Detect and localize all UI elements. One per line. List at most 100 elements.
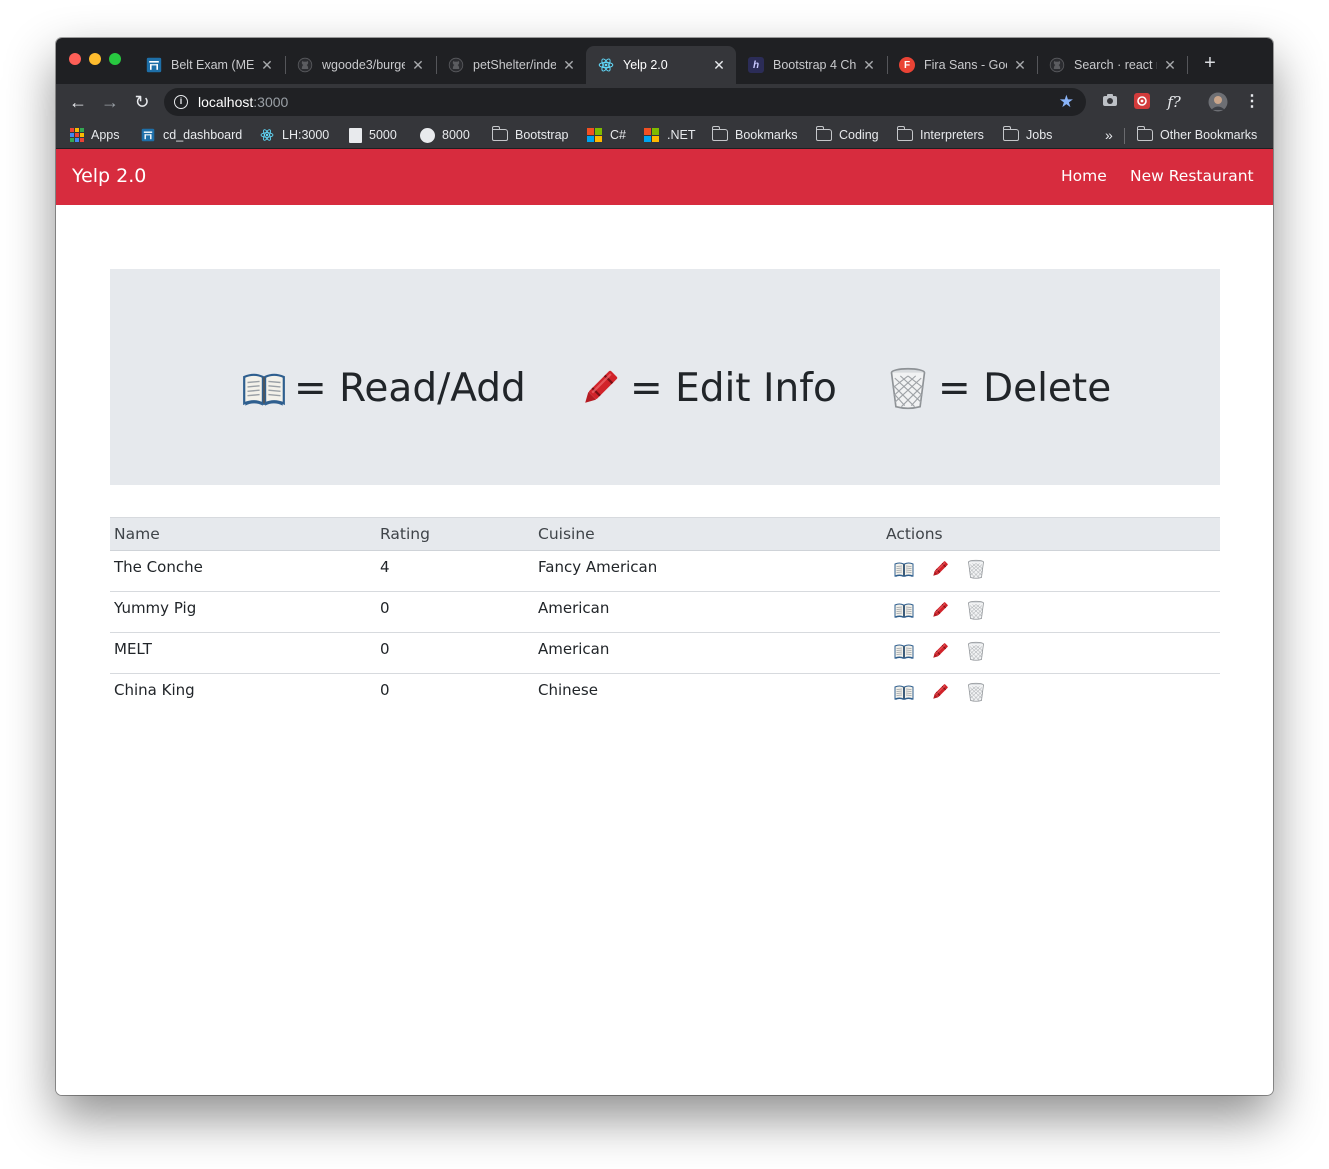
bookmark-other-bookmarks[interactable]: Other Bookmarks bbox=[1136, 125, 1257, 145]
tab-close-icon[interactable]: ✕ bbox=[260, 57, 274, 74]
cell-cuisine: Fancy American bbox=[538, 558, 658, 576]
edit-crayon-icon[interactable] bbox=[930, 600, 950, 620]
tab-title: Belt Exam (MEAN) bbox=[171, 58, 254, 72]
edit-crayon-icon[interactable] bbox=[930, 559, 950, 579]
reload-icon[interactable]: ↻ bbox=[130, 90, 154, 114]
bookmark-lh3000[interactable]: LH:3000 bbox=[259, 125, 329, 145]
table-row: Yummy Pig 0 American bbox=[110, 592, 1220, 633]
delete-trash-icon[interactable] bbox=[966, 682, 986, 702]
nav-link-new-restaurant[interactable]: New Restaurant bbox=[1130, 167, 1254, 185]
new-tab-button[interactable]: + bbox=[1199, 52, 1221, 74]
delete-trash-icon[interactable] bbox=[966, 641, 986, 661]
page-viewport: Yelp 2.0 Home New Restaurant = Read/Add … bbox=[56, 149, 1273, 1095]
bookmark-dotnet[interactable]: .NET bbox=[644, 125, 695, 145]
tab-petshelter[interactable]: petShelter/index ✕ bbox=[436, 46, 586, 84]
address-bar[interactable]: i localhost:3000 ★ bbox=[164, 88, 1086, 116]
url-port: :3000 bbox=[253, 94, 289, 110]
edit-crayon-icon[interactable] bbox=[930, 682, 950, 702]
gate-icon bbox=[146, 57, 162, 73]
bookmark-cd-dashboard[interactable]: cd_dashboard bbox=[140, 125, 242, 145]
bookmark-label: Apps bbox=[91, 128, 120, 142]
tab-close-icon[interactable]: ✕ bbox=[862, 57, 876, 74]
tab-close-icon[interactable]: ✕ bbox=[712, 57, 726, 74]
delete-trash-icon[interactable] bbox=[966, 600, 986, 620]
info-icon[interactable]: i bbox=[174, 95, 188, 109]
app-navbar: Yelp 2.0 Home New Restaurant bbox=[56, 149, 1273, 205]
profile-avatar-icon[interactable] bbox=[1208, 92, 1228, 112]
open-book-icon bbox=[242, 366, 286, 410]
delete-trash-icon[interactable] bbox=[966, 559, 986, 579]
tab-close-icon[interactable]: ✕ bbox=[411, 57, 425, 74]
browser-window: Belt Exam (MEAN) ✕ wgoode3/burger ✕ petS… bbox=[56, 38, 1273, 1095]
back-arrow-icon[interactable]: ← bbox=[66, 90, 90, 114]
cell-rating: 4 bbox=[380, 558, 390, 576]
legend-text: = Edit Info bbox=[630, 365, 837, 411]
bookmark-folder-coding[interactable]: Coding bbox=[815, 125, 879, 145]
apps-grid-icon bbox=[70, 128, 84, 142]
react-icon bbox=[598, 57, 614, 73]
crayon-icon bbox=[578, 366, 622, 410]
legend-jumbotron: = Read/Add = Edit Info = Delete bbox=[110, 269, 1220, 485]
legend-text: = Read/Add bbox=[294, 365, 526, 411]
bookmarks-bar: Apps cd_dashboard LH:3000 5000 8000 Boot… bbox=[56, 120, 1273, 149]
url-host: localhost bbox=[198, 94, 254, 110]
minimize-window-button[interactable] bbox=[89, 53, 101, 65]
bookmark-star-icon[interactable]: ★ bbox=[1059, 92, 1074, 112]
github-icon bbox=[297, 57, 313, 73]
folder-icon bbox=[1002, 126, 1019, 141]
bookmark-folder-bootstrap[interactable]: Bootstrap bbox=[491, 125, 569, 145]
column-header-cuisine: Cuisine bbox=[538, 525, 595, 543]
folder-icon bbox=[1136, 126, 1153, 141]
url-text[interactable]: localhost:3000 bbox=[198, 94, 288, 110]
h-icon: h bbox=[748, 57, 764, 73]
bookmark-5000[interactable]: 5000 bbox=[349, 125, 397, 145]
bookmark-apps[interactable]: Apps bbox=[70, 125, 120, 145]
cell-rating: 0 bbox=[380, 681, 390, 699]
read-book-icon[interactable] bbox=[894, 641, 914, 661]
bookmark-8000[interactable]: 8000 bbox=[420, 125, 470, 145]
cell-cuisine: American bbox=[538, 640, 610, 658]
column-header-rating: Rating bbox=[380, 525, 430, 543]
close-window-button[interactable] bbox=[69, 53, 81, 65]
globe-icon bbox=[420, 127, 435, 143]
tab-title: petShelter/index bbox=[473, 58, 556, 72]
bookmark-folder-interpreters[interactable]: Interpreters bbox=[896, 125, 984, 145]
bookmark-folder-jobs[interactable]: Jobs bbox=[1002, 125, 1053, 145]
cell-rating: 0 bbox=[380, 640, 390, 658]
tab-title: Bootstrap 4 Cheat bbox=[773, 58, 856, 72]
tab-bootstrap-cheat[interactable]: h Bootstrap 4 Cheat ✕ bbox=[736, 46, 886, 84]
forward-arrow-icon[interactable]: → bbox=[98, 90, 122, 114]
cell-name: Yummy Pig bbox=[114, 599, 197, 617]
table-header: Name Rating Cuisine Actions bbox=[110, 517, 1220, 551]
tab-title: Yelp 2.0 bbox=[623, 58, 668, 72]
bookmark-folder-bookmarks[interactable]: Bookmarks bbox=[711, 125, 798, 145]
nav-link-home[interactable]: Home bbox=[1061, 167, 1107, 185]
navbar-brand[interactable]: Yelp 2.0 bbox=[72, 165, 146, 187]
tab-yelp-active[interactable]: Yelp 2.0 ✕ bbox=[586, 46, 736, 84]
document-icon bbox=[349, 127, 362, 143]
more-menu-icon[interactable]: ⋮ bbox=[1242, 92, 1262, 112]
function-extension-icon[interactable]: f? bbox=[1164, 92, 1184, 112]
read-book-icon[interactable] bbox=[894, 600, 914, 620]
bookmarks-overflow-button[interactable]: » bbox=[1105, 125, 1113, 145]
tab-close-icon[interactable]: ✕ bbox=[1163, 57, 1177, 74]
tab-fira-sans[interactable]: F Fira Sans - Google ✕ bbox=[887, 46, 1037, 84]
tab-burger[interactable]: wgoode3/burger ✕ bbox=[285, 46, 435, 84]
tab-close-icon[interactable]: ✕ bbox=[1013, 57, 1027, 74]
read-book-icon[interactable] bbox=[894, 559, 914, 579]
tab-close-icon[interactable]: ✕ bbox=[562, 57, 576, 74]
read-book-icon[interactable] bbox=[894, 682, 914, 702]
f-icon: F bbox=[899, 57, 915, 73]
bookmark-csharp[interactable]: C# bbox=[587, 125, 626, 145]
edit-crayon-icon[interactable] bbox=[930, 641, 950, 661]
microsoft-icon bbox=[587, 128, 603, 142]
bookmark-label: Jobs bbox=[1026, 128, 1053, 142]
browser-toolbar: ← → ↻ i localhost:3000 ★ f? ⋮ bbox=[56, 84, 1273, 120]
zoom-window-button[interactable] bbox=[109, 53, 121, 65]
camera-icon[interactable] bbox=[1100, 92, 1120, 112]
extension-red-icon[interactable] bbox=[1132, 92, 1152, 112]
column-header-actions: Actions bbox=[886, 525, 943, 543]
legend-edit-info: = Edit Info bbox=[578, 363, 837, 413]
tab-belt-exam[interactable]: Belt Exam (MEAN) ✕ bbox=[134, 46, 284, 84]
tab-search-react[interactable]: Search · react router ✕ bbox=[1037, 46, 1187, 84]
